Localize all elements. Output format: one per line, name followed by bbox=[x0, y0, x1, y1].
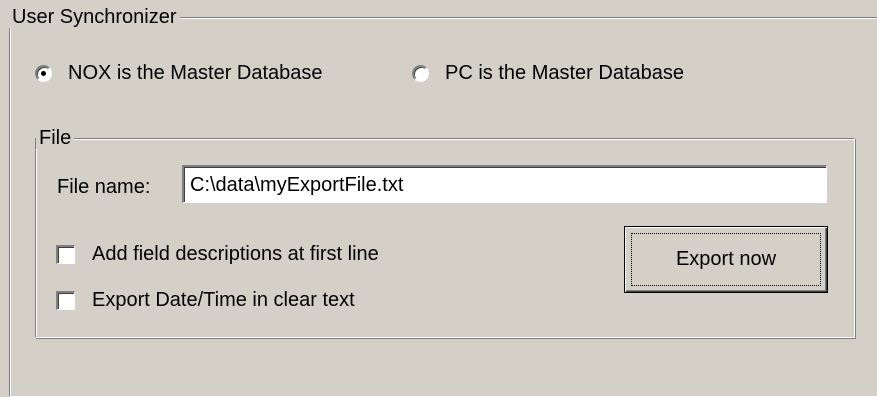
radio-button-checked[interactable] bbox=[35, 64, 52, 82]
radio-button-unchecked[interactable] bbox=[412, 64, 429, 82]
radio-nox-master[interactable]: NOX is the Master Database bbox=[35, 61, 323, 85]
checkbox-box[interactable] bbox=[56, 290, 75, 310]
export-now-button-label: Export now bbox=[631, 233, 821, 286]
checkbox-export-datetime-label: Export Date/Time in clear text bbox=[92, 288, 355, 311]
checkbox-box[interactable] bbox=[56, 244, 75, 264]
checkbox-export-datetime-clear-text[interactable]: Export Date/Time in clear text bbox=[56, 288, 355, 312]
export-now-button[interactable]: Export now bbox=[624, 226, 828, 293]
radio-nox-master-label: NOX is the Master Database bbox=[68, 61, 323, 84]
file-name-input[interactable] bbox=[182, 165, 827, 203]
file-name-label: File name: bbox=[57, 176, 151, 198]
checkbox-add-field-descriptions-label: Add field descriptions at first line bbox=[92, 242, 379, 265]
user-synchronizer-title: User Synchronizer bbox=[9, 6, 180, 28]
checkbox-add-field-descriptions[interactable]: Add field descriptions at first line bbox=[56, 242, 379, 266]
file-group-title: File bbox=[36, 127, 75, 149]
radio-pc-master-label: PC is the Master Database bbox=[445, 61, 684, 84]
radio-pc-master[interactable]: PC is the Master Database bbox=[412, 61, 684, 85]
